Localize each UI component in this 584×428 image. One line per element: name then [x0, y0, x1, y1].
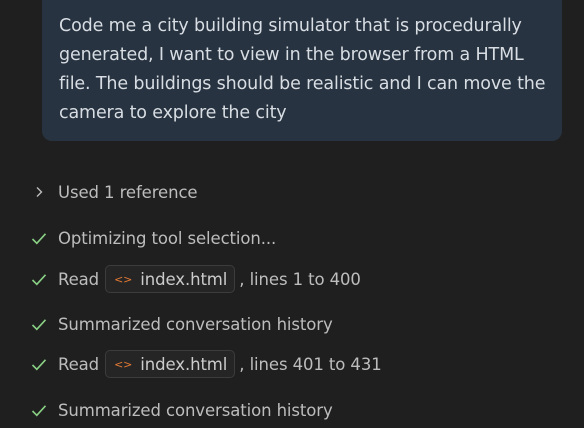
user-prompt-bubble: Code me a city building simulator that i… [42, 0, 562, 141]
check-icon [30, 271, 47, 288]
check-icon [30, 230, 47, 247]
step-read-file: Read <> index.html , lines 1 to 400 [30, 265, 361, 293]
step-text: Summarized conversation history [58, 400, 333, 420]
file-name: index.html [140, 269, 228, 289]
step-suffix: , lines 401 to 431 [239, 354, 382, 374]
references-toggle[interactable]: Used 1 reference [30, 179, 198, 205]
step-summarized: Summarized conversation history [30, 311, 333, 337]
check-icon [30, 402, 47, 419]
html-file-icon: <> [114, 357, 133, 371]
step-prefix: Read [58, 354, 100, 374]
chat-pane: Code me a city building simulator that i… [0, 0, 584, 428]
step-text: Optimizing tool selection... [58, 228, 277, 248]
step-summarized: Summarized conversation history [30, 397, 333, 423]
html-file-icon: <> [114, 272, 133, 286]
user-prompt-text: Code me a city building simulator that i… [59, 16, 546, 123]
references-label: Used 1 reference [58, 182, 198, 202]
check-icon [30, 356, 47, 373]
step-optimizing: Optimizing tool selection... [30, 225, 276, 251]
step-prefix: Read [58, 269, 100, 289]
chevron-right-icon [30, 184, 47, 201]
check-icon [30, 316, 47, 333]
step-text: Summarized conversation history [58, 314, 333, 334]
file-chip[interactable]: <> index.html [105, 265, 236, 293]
step-suffix: , lines 1 to 400 [239, 269, 361, 289]
file-name: index.html [140, 354, 228, 374]
file-chip[interactable]: <> index.html [105, 350, 236, 378]
step-read-file: Read <> index.html , lines 401 to 431 [30, 350, 382, 378]
